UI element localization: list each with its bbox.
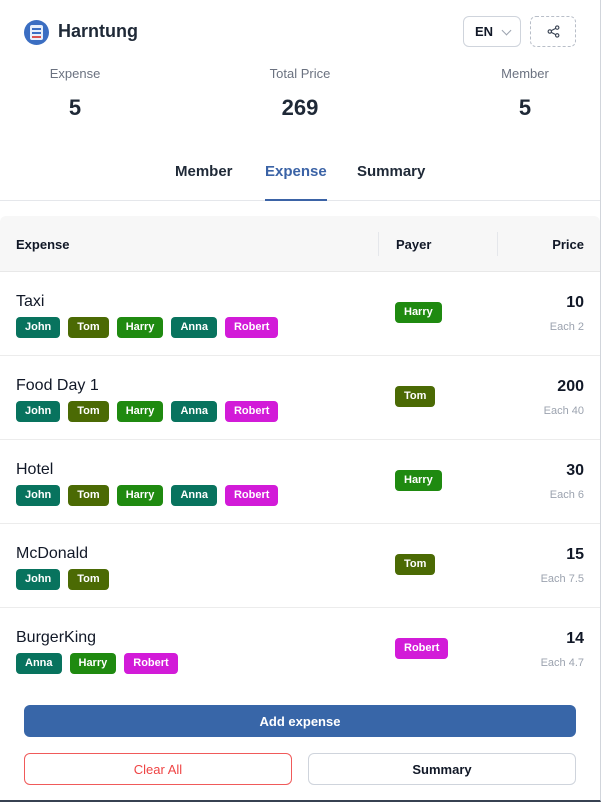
member-chips: John Tom Harry Anna Robert [16, 485, 279, 506]
share-button[interactable] [530, 16, 576, 47]
member-chip: Harry [116, 401, 164, 422]
member-chip: Tom [68, 569, 109, 590]
member-chip: Harry [116, 485, 164, 506]
expense-name: Taxi [16, 293, 45, 310]
app-frame: Harntung EN Expense 5 Total Price 269 Me… [0, 0, 601, 802]
price-per-member: Each 2 [549, 321, 584, 333]
stat-value: 5 [68, 95, 82, 120]
stat-label: Total Price [269, 66, 331, 81]
tab-summary[interactable]: Summary [357, 163, 425, 199]
member-chip: Tom [68, 485, 109, 506]
member-chip: John [16, 569, 61, 590]
table-row[interactable]: Food Day 1 John Tom Harry Anna Robert Tom 200 Ea… [0, 356, 600, 440]
clear-all-button[interactable]: Clear All [24, 753, 292, 785]
expense-name: Food Day 1 [16, 377, 99, 394]
column-divider [497, 232, 498, 256]
payer-chip: Harry [395, 302, 442, 323]
member-chip: John [16, 401, 61, 422]
member-chip: Robert [224, 485, 279, 506]
member-chip: Harry [116, 317, 164, 338]
member-chip: Tom [68, 401, 109, 422]
stat-value: 269 [281, 95, 319, 120]
table-row[interactable]: McDonald John Tom Tom 15 Each 7.5 [0, 524, 600, 608]
language-value: EN [475, 24, 494, 39]
payer-chip: Tom [395, 554, 436, 575]
payer-chip: Robert [395, 638, 449, 659]
member-chip: Robert [224, 317, 279, 338]
price-per-member: Each 6 [549, 489, 584, 501]
member-chip: Harry [69, 653, 117, 674]
stat-total-price: Total Price 269 [220, 66, 380, 121]
column-divider [378, 232, 379, 256]
expense-price: 14 [566, 630, 584, 647]
member-chip: Robert [224, 401, 279, 422]
price-per-member: Each 40 [543, 405, 584, 417]
language-select[interactable]: EN [463, 16, 521, 47]
table-row[interactable]: BurgerKing Anna Harry Robert Robert 14 Each 4.… [0, 608, 600, 690]
chevron-down-icon [501, 25, 512, 36]
expense-price: 10 [566, 294, 584, 311]
header-payer[interactable]: Payer [396, 237, 431, 252]
member-chip: Tom [68, 317, 109, 338]
stat-label: Member [501, 66, 549, 81]
expense-name: BurgerKing [16, 629, 97, 646]
summary-button[interactable]: Summary [308, 753, 576, 785]
share-icon [547, 25, 559, 38]
stat-expense: Expense 5 [0, 66, 155, 121]
header-expense[interactable]: Expense [16, 237, 69, 252]
app-title: Harntung [58, 21, 138, 41]
price-per-member: Each 4.7 [540, 657, 584, 669]
payer-chip: Harry [395, 470, 442, 491]
add-expense-button[interactable]: Add expense [24, 705, 576, 737]
stat-member: Member 5 [445, 66, 600, 121]
tab-member[interactable]: Member [175, 163, 233, 199]
member-chips: John Tom Harry Anna Robert [16, 401, 279, 422]
header: Harntung EN [0, 0, 600, 64]
tab-bar: Member Expense Summary [0, 158, 600, 201]
payer-chip: Tom [395, 386, 436, 407]
header-price[interactable]: Price [552, 237, 584, 252]
stat-label: Expense [49, 66, 101, 81]
expense-name: McDonald [16, 545, 89, 562]
member-chips: John Tom Harry Anna Robert [16, 317, 279, 338]
price-per-member: Each 7.5 [540, 573, 584, 585]
table-header: Expense Payer Price [0, 216, 600, 272]
member-chip: Anna [171, 401, 217, 422]
member-chip: John [16, 317, 61, 338]
member-chips: Anna Harry Robert [16, 653, 178, 674]
expense-price: 15 [566, 546, 584, 563]
member-chips: John Tom [16, 569, 109, 590]
member-chip: Anna [171, 317, 217, 338]
member-chip: Robert [124, 653, 178, 674]
tab-expense[interactable]: Expense [265, 163, 327, 201]
stat-value: 5 [518, 95, 532, 120]
expense-table: Expense Payer Price Taxi John Tom Harry Anna… [0, 216, 600, 690]
member-chip: John [16, 485, 61, 506]
table-row[interactable]: Hotel John Tom Harry Anna Robert Harry 30 Each 6 [0, 440, 600, 524]
expense-price: 200 [557, 378, 584, 395]
expense-price: 30 [566, 462, 584, 479]
member-chip: Anna [16, 653, 62, 674]
table-row[interactable]: Taxi John Tom Harry Anna Robert Harry 10 Each 2 [0, 272, 600, 356]
expense-name: Hotel [16, 461, 54, 478]
member-chip: Anna [171, 485, 217, 506]
app-logo-icon [24, 20, 49, 45]
